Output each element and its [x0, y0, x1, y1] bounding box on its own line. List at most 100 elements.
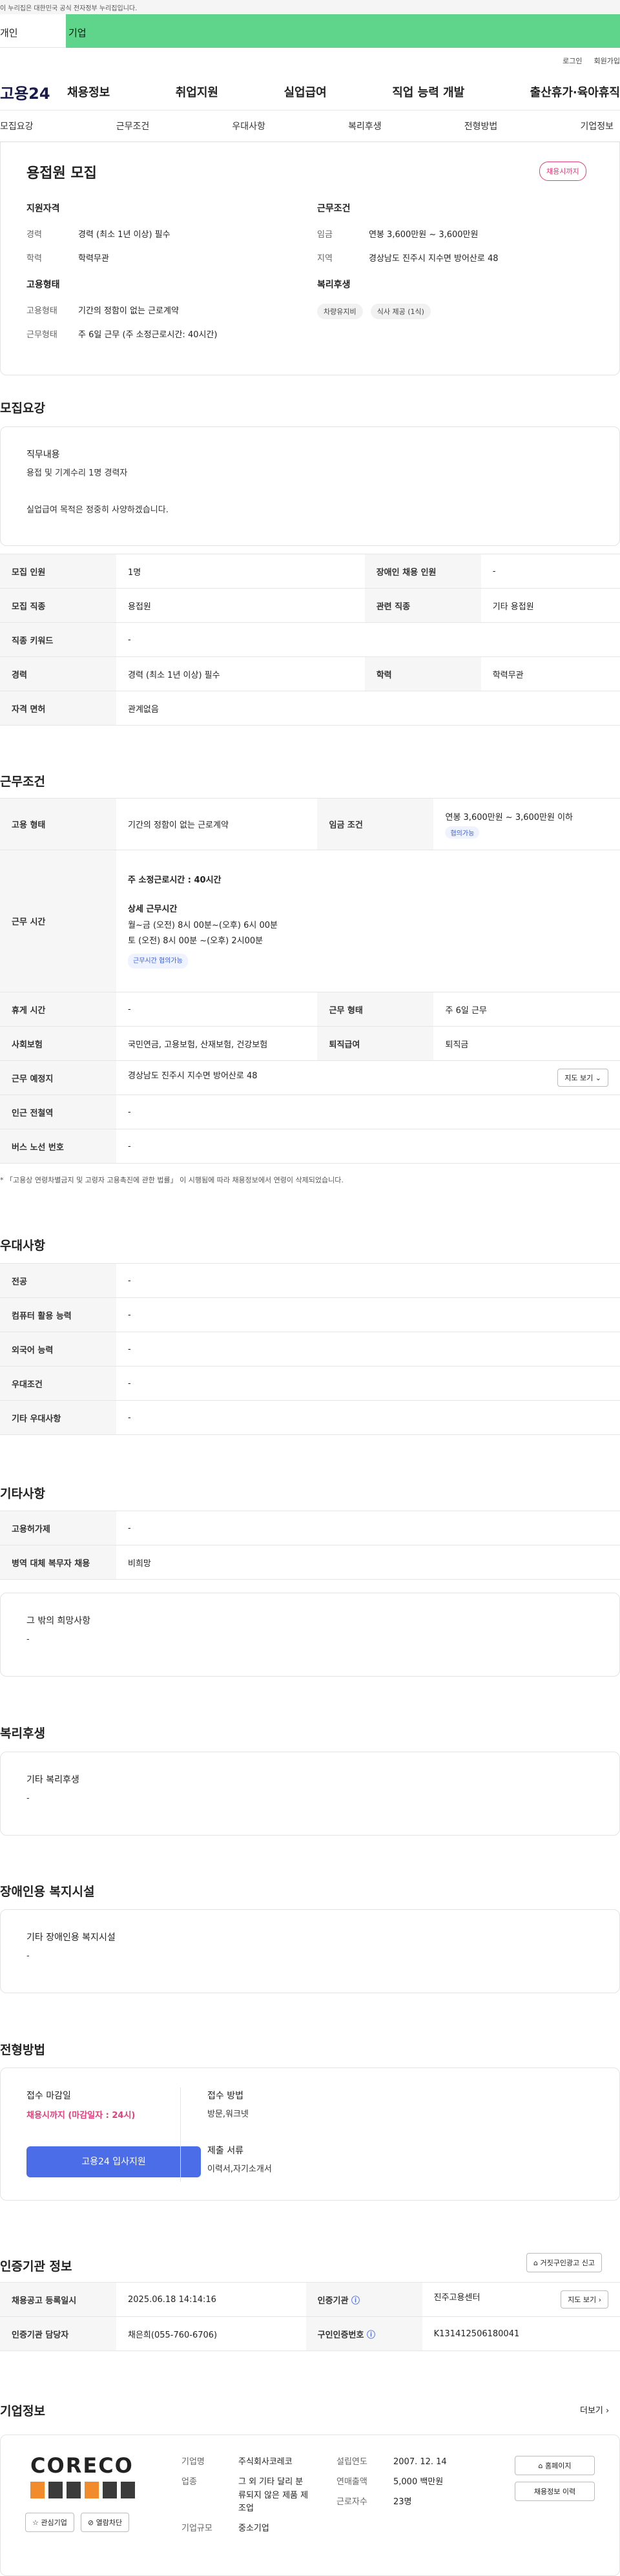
company-value: 5,000 백만원 — [393, 2477, 444, 2487]
hours-line: 토 (오전) 8시 00분 ~(오후) 2시00분 — [128, 936, 264, 947]
table-row: 인증기관 담당자 채은희(055-760-6706) 구인인증번호 ⓘ K131… — [0, 2316, 620, 2351]
table-header: 관련 직종 — [364, 588, 481, 623]
table-cell: - — [116, 1094, 620, 1129]
gov-banner: 이 누리집은 대한민국 공식 전자정부 누리집입니다. — [0, 0, 620, 14]
tab-preference[interactable]: 우대사항 — [232, 120, 265, 132]
report-button[interactable]: ⌂ 거짓구인광고 신고 — [526, 2253, 602, 2272]
emp-key: 고용형태 — [26, 306, 57, 316]
table-cell: - — [116, 622, 620, 657]
deadline-label: 접수 마감일 — [26, 2091, 71, 2101]
table-header: 채용공고 등록일시 — [0, 2282, 116, 2317]
tab-recruit[interactable]: 모집요강 — [0, 120, 34, 132]
company-key: 기업규모 — [181, 2524, 212, 2534]
category-business[interactable]: 기업 — [66, 14, 620, 48]
table-row: 근무 시간 주 소정근로시간 : 40시간 상세 근무시간 월~금 (오전) 8… — [0, 850, 620, 992]
apply-button[interactable]: 고용24 입사지원 — [26, 2146, 201, 2177]
hours-detail-head: 상세 근무시간 — [128, 904, 178, 914]
duty-text: 실업급여 목적은 정중히 사양하겠습니다. — [26, 505, 169, 515]
job-title: 용접원 모집 — [26, 165, 97, 182]
site-logo[interactable]: 고용24 — [0, 81, 67, 103]
table-header: 직종 키워드 — [0, 622, 116, 657]
duty-text: 용접 및 기계수리 1명 경력자 — [26, 468, 128, 478]
homepage-button[interactable]: ⌂ 홈페이지 — [515, 2456, 595, 2475]
disability-box: 기타 장애인용 복지시설 - — [0, 1909, 620, 1993]
login-link[interactable]: 로그인 — [563, 56, 582, 66]
home-icon: ⌂ — [533, 2259, 538, 2267]
gov-banner-text: 이 누리집은 대한민국 공식 전자정부 누리집입니다. — [0, 5, 138, 12]
deadline-value: 채용시까지 (마감일자 : 24시) — [26, 2111, 136, 2120]
welfare-chip: 차량유지비 — [317, 304, 363, 319]
emp-key: 근무형태 — [26, 330, 57, 340]
company-card: CORECO ☆ 관심기업 ⊘ 열람차단 기업명 주식회사코레코 업종 그 외 기타… — [0, 2435, 620, 2576]
map-button[interactable]: 지도 보기 ⌄ — [557, 1069, 608, 1087]
company-info-left: 기업명 주식회사코레코 업종 그 외 기타 달리 분류되지 않은 제품 제조업 기업… — [181, 2456, 309, 2548]
hours-line: 월~금 (오전) 8시 00분~(오후) 6시 00분 — [128, 920, 278, 930]
category-business-label: 기업 — [68, 27, 87, 39]
company-key: 기업명 — [181, 2457, 205, 2467]
recruit-table: 모집 인원 1명 장애인 채용 인원 - 모집 직종 용접원 관련 직종 기타 … — [0, 554, 620, 726]
table-row: 인근 전철역 - — [0, 1094, 620, 1129]
table-header: 퇴직급여 — [317, 1026, 434, 1061]
logo-bars — [30, 2482, 135, 2498]
table-cell: - — [480, 554, 620, 589]
table-header: 기타 우대사항 — [0, 1400, 116, 1435]
welfare-summary-heading: 복리후생 — [317, 280, 351, 290]
table-row: 모집 직종 용접원 관련 직종 기타 용접원 — [0, 588, 620, 623]
company-value: 그 외 기타 달리 분류되지 않은 제품 제조업 — [238, 2477, 309, 2514]
table-row: 컴퓨터 활용 능력 - — [0, 1297, 620, 1332]
agency-map-button[interactable]: 지도 보기 › — [561, 2290, 608, 2309]
table-cell: 용접원 — [116, 588, 365, 623]
deadline-section: 접수 마감일 채용시까지 (마감일자 : 24시) 고용24 입사지원 — [26, 2089, 201, 2177]
company-logo-text: CORECO — [30, 2453, 134, 2478]
company-logo: CORECO — [30, 2453, 135, 2498]
gnb-menu: 채용정보 취업지원 실업급여 직업 능력 개발 출산휴가·육아휴직 — [67, 83, 620, 100]
wage-value: 연봉 3,600만원 ~ 3,600만원 이하 — [445, 812, 574, 822]
category-personal-label: 개인 — [0, 27, 18, 39]
welfare-box: 기타 복리후생 - — [0, 1752, 620, 1836]
table-cell: 기간의 정함이 없는 근로계약 — [116, 798, 318, 850]
table-cell: - — [116, 1263, 620, 1298]
join-link[interactable]: 회원가입 — [594, 56, 620, 66]
info-icon[interactable]: ⓘ — [351, 2296, 360, 2306]
category-personal[interactable]: 개인 — [0, 14, 66, 48]
info-icon[interactable]: ⓘ — [367, 2330, 375, 2340]
table-header: 근무 형태 — [317, 992, 434, 1027]
divider — [180, 2088, 181, 2182]
history-button[interactable]: 채용정보 이력 — [515, 2482, 595, 2501]
welfare-label: 기타 복리후생 — [26, 1775, 79, 1785]
table-header: 전공 — [0, 1263, 116, 1298]
wage-cell: 연봉 3,600만원 ~ 3,600만원 이하 협의가능 — [433, 798, 620, 850]
hope-box: 그 밖의 희망사항 - — [0, 1593, 620, 1677]
tab-selection[interactable]: 전형방법 — [464, 120, 498, 132]
gnb-item-unemployment-benefit[interactable]: 실업급여 — [284, 83, 327, 100]
cert-key: 구인인증번호 — [317, 2330, 364, 2340]
agency-value: 진주고용센터 — [433, 2293, 480, 2303]
gnb-item-vocational-training[interactable]: 직업 능력 개발 — [392, 83, 464, 100]
company-value: 주식회사코레코 — [238, 2457, 293, 2467]
table-header: 인증기관 ⓘ — [305, 2282, 422, 2317]
gnb-item-jobs[interactable]: 채용정보 — [67, 83, 110, 100]
table-cell: - — [116, 1332, 620, 1367]
table-cell: 경력 (최소 1년 이상) 필수 — [116, 656, 365, 691]
work-cond-block: 근무조건 임금 연봉 3,600만원 ~ 3,600만원 지역 경상남도 진주시 지… — [317, 202, 499, 275]
work-value: 연봉 3,600만원 ~ 3,600만원 — [369, 230, 479, 240]
company-title: 기업정보 — [0, 2404, 45, 2418]
recruit-title: 모집요강 — [0, 401, 45, 415]
gnb-item-employment-support[interactable]: 취업지원 — [176, 83, 218, 100]
hours-cell: 주 소정근로시간 : 40시간 상세 근무시간 월~금 (오전) 8시 00분~… — [116, 850, 620, 992]
gnb-item-parental-leave[interactable]: 출산휴가·육아휴직 — [530, 83, 620, 100]
qual-key: 학력 — [26, 254, 42, 264]
map-button-label: 지도 보기 — [568, 2296, 597, 2304]
table-row: 병역 대체 복무자 채용 비희망 — [0, 1545, 620, 1580]
table-cell: 채은희(055-760-6706) — [116, 2316, 306, 2351]
table-header: 임금 조건 — [317, 798, 434, 850]
tab-conditions[interactable]: 근무조건 — [116, 120, 150, 132]
tab-welfare[interactable]: 복리후생 — [348, 120, 382, 132]
summary-card: 용접원 모집 채용시까지 지원자격 경력 경력 (최소 1년 이상) 필수 학력 학… — [0, 142, 620, 375]
more-link[interactable]: 더보기 › — [580, 2403, 609, 2416]
favorite-button[interactable]: ☆ 관심기업 — [25, 2513, 74, 2532]
tab-company[interactable]: 기업정보 — [580, 120, 614, 132]
table-cell: 주 6일 근무 — [433, 992, 620, 1027]
table-cell: 국민연금, 고용보험, 산재보험, 건강보험 — [116, 1026, 318, 1061]
block-button[interactable]: ⊘ 열람차단 — [80, 2513, 130, 2532]
